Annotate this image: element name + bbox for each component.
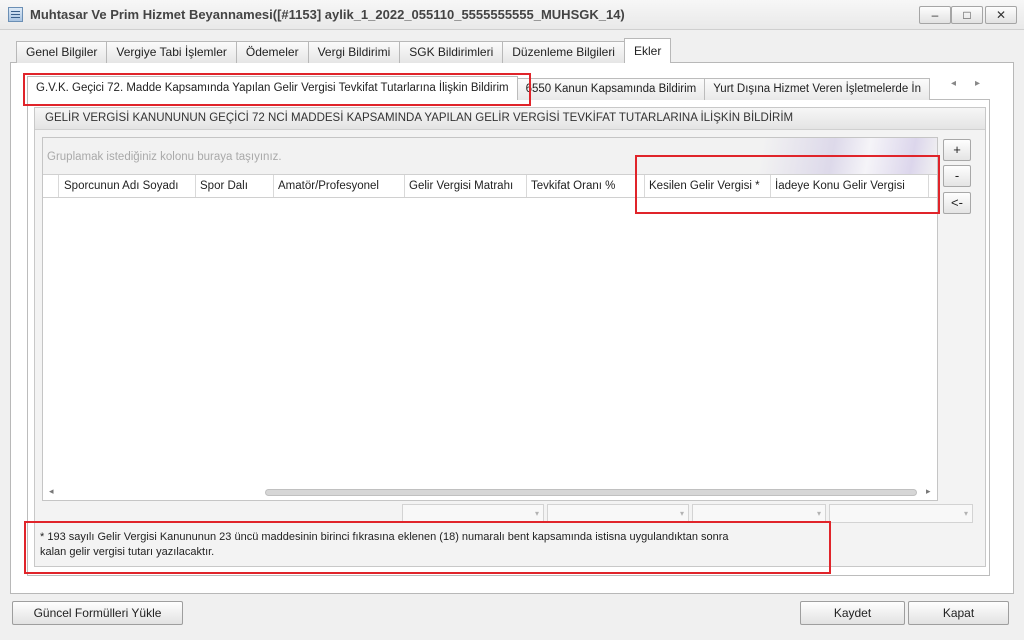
subtab-yurt-disina-hizmet[interactable]: Yurt Dışına Hizmet Veren İşletmelerde İn — [704, 78, 930, 100]
back-button[interactable]: <- — [943, 192, 971, 214]
title-bar: Muhtasar Ve Prim Hizmet Beyannamesi([#11… — [0, 0, 1024, 30]
chevron-down-icon: ▾ — [816, 509, 821, 518]
subtab-gvk-gecici-72[interactable]: G.V.K. Geçici 72. Madde Kapsamında Yapıl… — [27, 76, 518, 100]
column-header-gelir-vergisi-matrahi[interactable]: Gelir Vergisi Matrahı — [405, 175, 527, 197]
summary-field[interactable]: ▾ — [402, 504, 544, 523]
group-by-panel[interactable]: Gruplamak istediğiniz kolonu buraya taşı… — [43, 138, 937, 174]
tab-ekler[interactable]: Ekler — [623, 38, 672, 63]
column-header-spor-dali[interactable]: Spor Dalı — [196, 175, 274, 197]
footnote-line-1: * 193 sayılı Gelir Vergisi Kanununun 23 … — [40, 531, 729, 543]
chevron-down-icon: ▾ — [963, 509, 968, 518]
horizontal-scrollbar[interactable]: ◂ ▸ — [43, 484, 937, 500]
scroll-left-icon[interactable]: ◂ — [49, 486, 54, 497]
summary-field[interactable]: ▾ — [547, 504, 689, 523]
close-button[interactable]: Kapat — [908, 601, 1009, 625]
column-header-iadeye-konu-gelir-vergisi[interactable]: İadeye Konu Gelir Vergisi — [771, 175, 929, 197]
group-by-hint: Gruplamak istediğiniz kolonu buraya taşı… — [47, 151, 282, 163]
maximize-button[interactable]: □ — [951, 6, 983, 24]
tab-vergi-bildirimi[interactable]: Vergi Bildirimi — [307, 41, 401, 63]
chevron-down-icon: ▾ — [534, 509, 539, 518]
group-caption: GELİR VERGİSİ KANUNUNUN GEÇİCİ 72 NCİ MA… — [35, 108, 985, 130]
subtab-scroll-left-icon[interactable]: ◂ — [951, 78, 956, 89]
tab-genel-bilgiler[interactable]: Genel Bilgiler — [16, 41, 108, 63]
main-tab-strip: Genel Bilgiler Vergiye Tabi İşlemler Öde… — [16, 38, 672, 63]
footnote: * 193 sayılı Gelir Vergisi Kanununun 23 … — [40, 530, 810, 560]
column-header-sporcu-adi[interactable]: Sporcunun Adı Soyadı — [60, 175, 196, 197]
tab-odemeler[interactable]: Ödemeler — [235, 41, 309, 63]
column-header-kesilen-gelir-vergisi[interactable]: Kesilen Gelir Vergisi * — [645, 175, 771, 197]
sub-tab-strip: G.V.K. Geçici 72. Madde Kapsamında Yapıl… — [27, 76, 947, 100]
row-indicator-header — [43, 175, 59, 197]
form-document-icon — [8, 7, 23, 22]
tab-duzenleme-bilgileri[interactable]: Düzenleme Bilgileri — [502, 41, 625, 63]
summary-field[interactable]: ▾ — [692, 504, 826, 523]
subtab-scroll-right-icon[interactable]: ▸ — [975, 78, 980, 89]
scrollbar-thumb[interactable] — [265, 489, 917, 496]
grid-header-row: Sporcunun Adı Soyadı Spor Dalı Amatör/Pr… — [43, 174, 937, 198]
tab-sgk-bildirimleri[interactable]: SGK Bildirimleri — [399, 41, 504, 63]
scroll-right-icon[interactable]: ▸ — [926, 486, 931, 497]
add-row-button[interactable]: + — [943, 139, 971, 161]
column-header-tevkifat-orani[interactable]: Tevkifat Oranı % — [527, 175, 645, 197]
column-header-amator-profesyonel[interactable]: Amatör/Profesyonel — [274, 175, 405, 197]
minimize-button[interactable]: – — [919, 6, 951, 24]
save-button[interactable]: Kaydet — [800, 601, 905, 625]
chevron-down-icon: ▾ — [679, 509, 684, 518]
subtab-6550-kanun[interactable]: 6550 Kanun Kapsamında Bildirim — [516, 78, 706, 100]
footnote-line-2: kalan gelir vergisi tutarı yazılacaktır. — [40, 546, 215, 558]
tab-vergiye-tabi-islemler[interactable]: Vergiye Tabi İşlemler — [106, 41, 237, 63]
window-title: Muhtasar Ve Prim Hizmet Beyannamesi([#11… — [30, 7, 625, 22]
athlete-tax-grid[interactable]: Gruplamak istediğiniz kolonu buraya taşı… — [42, 137, 938, 501]
close-window-button[interactable]: ✕ — [985, 6, 1017, 24]
remove-row-button[interactable]: - — [943, 165, 971, 187]
load-current-formulas-button[interactable]: Güncel Formülleri Yükle — [12, 601, 183, 625]
summary-field[interactable]: ▾ — [829, 504, 973, 523]
